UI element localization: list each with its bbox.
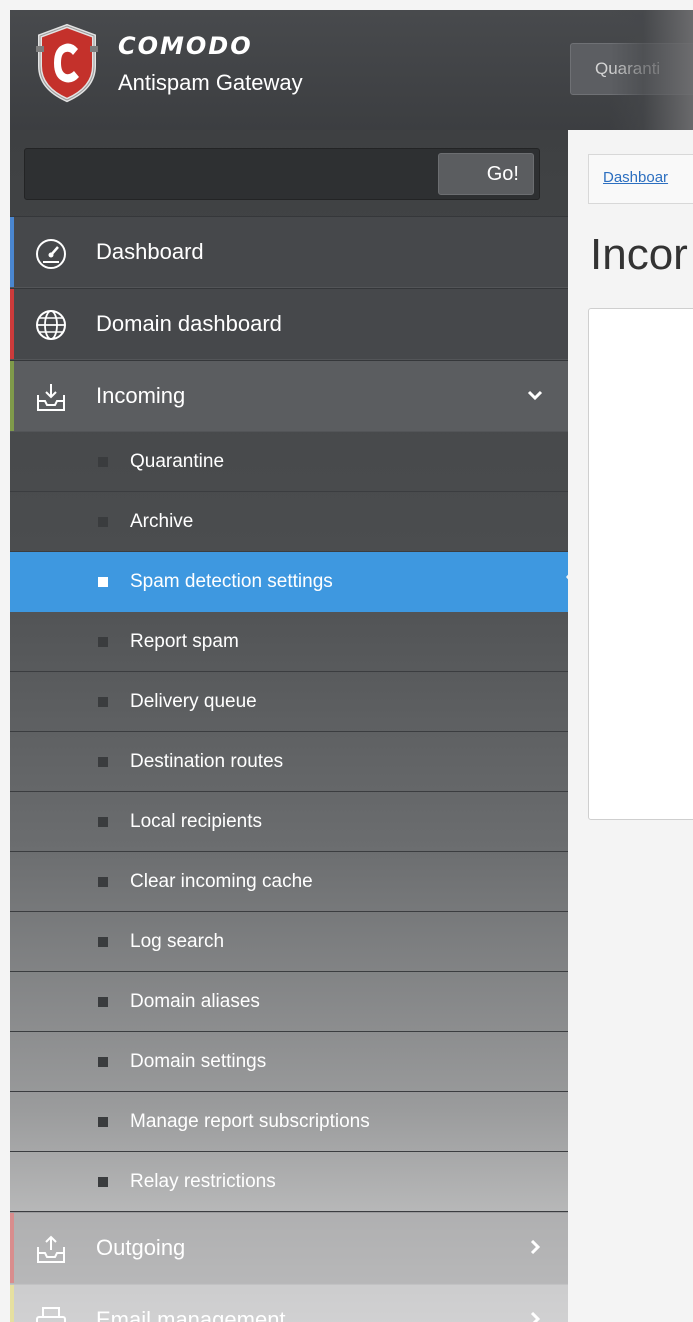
submenu-item[interactable]: Report spam	[10, 612, 568, 672]
speedometer-icon	[36, 239, 66, 269]
submenu-item-label: Local recipients	[130, 811, 263, 832]
brand[interactable]: COMODO Antispam Gateway	[10, 10, 568, 130]
breadcrumb: Dashboar	[588, 154, 693, 204]
sidebar-item-dashboard[interactable]: Dashboard	[10, 216, 568, 288]
submenu-item[interactable]: Domain aliases	[10, 972, 568, 1032]
bullet-icon	[98, 1057, 108, 1067]
bullet-icon	[98, 1117, 108, 1127]
submenu-item-label: Quarantine	[130, 451, 225, 472]
submenu-item[interactable]: Domain settings	[10, 1032, 568, 1092]
submenu-item-label: Clear incoming cache	[130, 871, 313, 892]
submenu-item[interactable]: Quarantine	[10, 432, 568, 492]
incoming-accent	[10, 361, 14, 431]
dashboard-accent	[10, 217, 14, 287]
bullet-icon	[98, 457, 108, 467]
bullet-icon	[98, 517, 108, 527]
bullet-icon	[98, 637, 108, 647]
submenu-item-label: Relay restrictions	[130, 1171, 276, 1192]
globe-icon	[36, 310, 66, 340]
bullet-icon	[98, 757, 108, 767]
submenu-item-label: Spam detection settings	[130, 571, 333, 592]
sidebar-item-domain-dashboard[interactable]: Domain dashboard	[10, 288, 568, 360]
submenu-item[interactable]: Log search	[10, 912, 568, 972]
sidebar-item-incoming[interactable]: Incoming	[10, 360, 568, 432]
sidebar-item-outgoing[interactable]: Outgoing	[10, 1212, 568, 1284]
submenu-item-label: Domain settings	[130, 1051, 267, 1072]
submenu-item-label: Delivery queue	[130, 691, 257, 712]
submenu-item-label: Domain aliases	[130, 991, 260, 1012]
submenu-item[interactable]: Manage report subscriptions	[10, 1092, 568, 1152]
bullet-icon	[98, 997, 108, 1007]
submenu-item[interactable]: Archive	[10, 492, 568, 552]
bullet-icon	[98, 877, 108, 887]
sidebar-item-label: Dashboard	[96, 239, 204, 264]
comodo-logo-icon	[36, 23, 98, 103]
go-button[interactable]: Go!	[438, 153, 534, 195]
sidebar-item-label: Domain dashboard	[96, 311, 282, 336]
header-fade	[610, 10, 693, 130]
submenu-item[interactable]: Destination routes	[10, 732, 568, 792]
email-management-accent	[10, 1285, 14, 1322]
outbox-upload-icon	[37, 1235, 65, 1263]
sidebar-item-label: Incoming	[96, 383, 186, 408]
bullet-icon	[98, 577, 108, 587]
submenu-item-label: Manage report subscriptions	[130, 1111, 370, 1132]
domain-dashboard-accent	[10, 289, 14, 359]
content-panel	[588, 308, 693, 820]
search-input[interactable]	[26, 150, 438, 198]
bullet-icon	[98, 1177, 108, 1187]
chevron-down-icon	[527, 390, 543, 401]
submenu-item[interactable]: Delivery queue	[10, 672, 568, 732]
chevron-right-icon	[530, 1312, 541, 1322]
top-header: COMODO Antispam Gateway Quaranti	[10, 10, 693, 130]
app-window: COMODO Antispam Gateway Quaranti Go! Das…	[0, 0, 693, 1322]
submenu-item[interactable]: Local recipients	[10, 792, 568, 852]
bullet-icon	[98, 817, 108, 827]
printer-icon	[36, 1307, 66, 1322]
bullet-icon	[98, 697, 108, 707]
brand-name: COMODO	[118, 32, 253, 60]
outgoing-accent	[10, 1213, 14, 1283]
submenu-item[interactable]: Relay restrictions	[10, 1152, 568, 1212]
page-title: Incor	[590, 230, 688, 279]
sidebar-item-email-management[interactable]: Email management	[10, 1284, 568, 1322]
submenu-item-label: Archive	[130, 511, 194, 532]
submenu-item[interactable]: Clear incoming cache	[10, 852, 568, 912]
bullet-icon	[98, 937, 108, 947]
inbox-download-icon	[37, 384, 65, 411]
sidebar: Go! Dashboard Domain dashboard Incoming …	[10, 130, 578, 1322]
submenu-item-label: Destination routes	[130, 751, 284, 772]
chevron-right-icon	[530, 1240, 541, 1254]
breadcrumb-dashboard-link[interactable]: Dashboar	[603, 169, 668, 186]
submenu-item-label: Report spam	[130, 631, 239, 652]
submenu-item-label: Log search	[130, 931, 225, 952]
product-name: Antispam Gateway	[118, 70, 303, 95]
main-content: Dashboar Incor	[568, 130, 693, 1322]
submenu-item[interactable]: Spam detection settings	[10, 552, 568, 612]
sidebar-search: Go!	[24, 148, 540, 200]
sidebar-item-label: Outgoing	[96, 1235, 186, 1260]
sidebar-item-label: Email management	[96, 1307, 286, 1322]
